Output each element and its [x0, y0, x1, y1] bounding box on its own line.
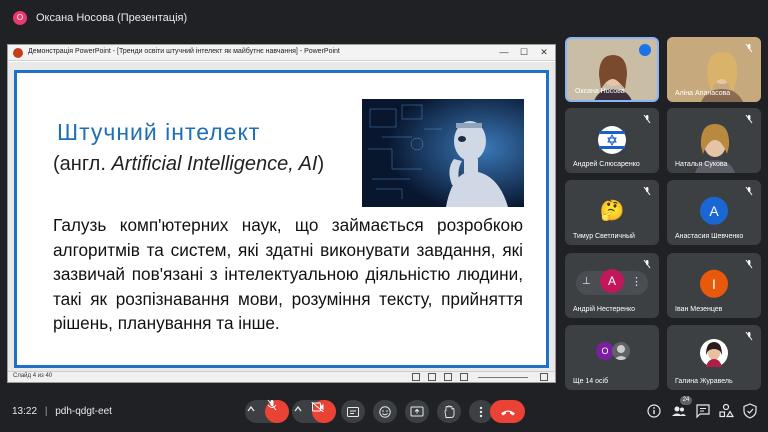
avatar	[700, 339, 728, 367]
maximize-button[interactable]: ☐	[515, 46, 533, 59]
clock: 13:22	[12, 406, 38, 417]
ppt-window-title: Демонстрація PowerPoint - [Тренди освіти…	[28, 48, 340, 55]
camera-toggle-button[interactable]	[311, 400, 336, 423]
participant-tile[interactable]: Аліна Апанасова	[667, 37, 761, 102]
mic-off-icon	[745, 114, 753, 124]
mic-off-icon	[745, 186, 753, 196]
mic-off-icon	[643, 114, 651, 124]
pin-icon[interactable]: ⊥	[582, 276, 591, 287]
presenter-bar: О Оксана Носова (Презентація)	[0, 0, 768, 36]
slide-counter: Слайд 4 из 40	[13, 373, 53, 379]
participant-tile[interactable]: Наталья Сукова	[667, 108, 761, 173]
subtitle-close: )	[317, 153, 325, 175]
participant-tile[interactable]: 🤔 Тимур Светличный	[565, 180, 659, 245]
present-screen-icon	[410, 406, 424, 416]
camera-control-group	[292, 400, 336, 423]
participant-tile[interactable]: І Іван Мезенцев	[667, 253, 761, 318]
participant-tile[interactable]: ⊥ А ⋮ Андрій Нестеренко	[565, 253, 659, 318]
avatar: І	[700, 269, 728, 298]
presenter-avatar: О	[13, 11, 27, 25]
ppt-statusbar: Слайд 4 из 40	[8, 371, 555, 382]
separator: |	[44, 406, 48, 417]
more-participants-label: Ще 14 осіб	[573, 378, 609, 385]
meeting-time: 13:22 | pdh-qdgt-eet	[12, 406, 112, 417]
slideshow-icon[interactable]	[460, 373, 468, 381]
normal-view-icon[interactable]	[412, 373, 420, 381]
bottom-bar: 13:22 | pdh-qdgt-eet	[0, 394, 768, 432]
thinking-emoji-icon: 🤔	[599, 199, 625, 222]
mic-toggle-button[interactable]	[265, 399, 289, 423]
minimize-button[interactable]: —	[495, 46, 513, 59]
zoom-slider[interactable]	[478, 377, 528, 378]
reactions-button[interactable]	[373, 400, 397, 423]
participant-tile[interactable]: Андрей Слюсаренко	[565, 108, 659, 173]
more-participants-tile[interactable]: О Ще 14 осіб	[565, 325, 659, 390]
raise-hand-button[interactable]	[437, 400, 461, 423]
participant-tile[interactable]: Галина Журавель	[667, 325, 761, 390]
slide-subtitle: (англ. Artificial Intelligence, AI)	[53, 153, 324, 176]
captions-icon	[347, 406, 359, 417]
participant-name: Оксана Носова	[575, 88, 625, 95]
chat-icon[interactable]	[694, 402, 712, 420]
camera-off-icon	[311, 402, 324, 412]
mic-off-icon	[643, 186, 651, 196]
mic-off-icon	[643, 259, 651, 269]
more-vert-icon	[479, 406, 483, 417]
hand-icon	[444, 405, 455, 418]
mic-off-icon	[267, 399, 277, 411]
mic-options-button[interactable]	[245, 400, 265, 423]
more-options-icon[interactable]: ⋮	[631, 275, 642, 288]
reading-view-icon[interactable]	[444, 373, 452, 381]
ppt-titlebar: Демонстрація PowerPoint - [Тренди освіти…	[8, 45, 555, 61]
chevron-up-icon	[247, 406, 255, 412]
mic-off-icon	[745, 259, 753, 269]
slide: Штучний інтелект (англ. Artificial Intel…	[14, 70, 549, 368]
participant-name: Наталья Сукова	[675, 161, 728, 168]
subtitle-term: Artificial Intelligence, AI	[111, 153, 318, 175]
presenter-title: Оксана Носова (Презентація)	[36, 12, 188, 24]
participant-name: Тимур Светличный	[573, 233, 635, 240]
subtitle-open: (англ.	[53, 153, 112, 175]
slide-stage: Штучний інтелект (англ. Artificial Intel…	[8, 62, 555, 372]
slide-body: Галузь комп'ютерних наук, що займається …	[53, 215, 523, 333]
participant-count-badge: 24	[680, 396, 692, 405]
chevron-up-icon	[294, 406, 302, 412]
mic-off-icon	[745, 43, 753, 53]
activities-icon[interactable]	[717, 402, 735, 420]
hang-up-icon	[500, 410, 515, 415]
slide-sorter-icon[interactable]	[428, 373, 436, 381]
info-icon[interactable]	[645, 402, 663, 420]
slide-title: Штучний інтелект	[57, 119, 261, 145]
close-button[interactable]: ✕	[535, 46, 553, 59]
host-controls-icon[interactable]	[741, 402, 759, 420]
mic-control-group	[245, 399, 289, 423]
speaking-indicator-icon	[639, 44, 651, 56]
participant-name: Аліна Апанасова	[675, 90, 731, 97]
captions-button[interactable]	[341, 400, 365, 423]
israel-flag-icon	[598, 126, 626, 154]
participant-name: Галина Журавель	[675, 378, 733, 385]
participant-name: Андрій Нестеренко	[573, 306, 636, 313]
participant-tile[interactable]: Оксана Носова	[565, 37, 659, 102]
emoji-icon	[379, 405, 391, 418]
camera-options-button[interactable]	[292, 400, 312, 423]
participant-name: Андрей Слюсаренко	[573, 161, 640, 168]
avatar: А	[700, 196, 728, 225]
participant-name: Іван Мезенцев	[675, 306, 723, 313]
avatar	[612, 342, 630, 360]
participant-tile[interactable]: А Анастасия Шевченко	[667, 180, 761, 245]
leave-call-button[interactable]	[490, 400, 525, 423]
fit-slide-icon[interactable]	[540, 373, 548, 381]
powerpoint-icon	[13, 48, 23, 58]
participant-name: Анастасия Шевченко	[675, 233, 744, 240]
meeting-code: pdh-qdgt-eet	[55, 406, 112, 417]
present-button[interactable]	[405, 400, 429, 423]
robot-image	[362, 99, 524, 207]
powerpoint-window: Демонстрація PowerPoint - [Тренди освіти…	[7, 44, 556, 383]
mic-off-icon	[745, 331, 753, 341]
avatar: А	[600, 269, 624, 294]
